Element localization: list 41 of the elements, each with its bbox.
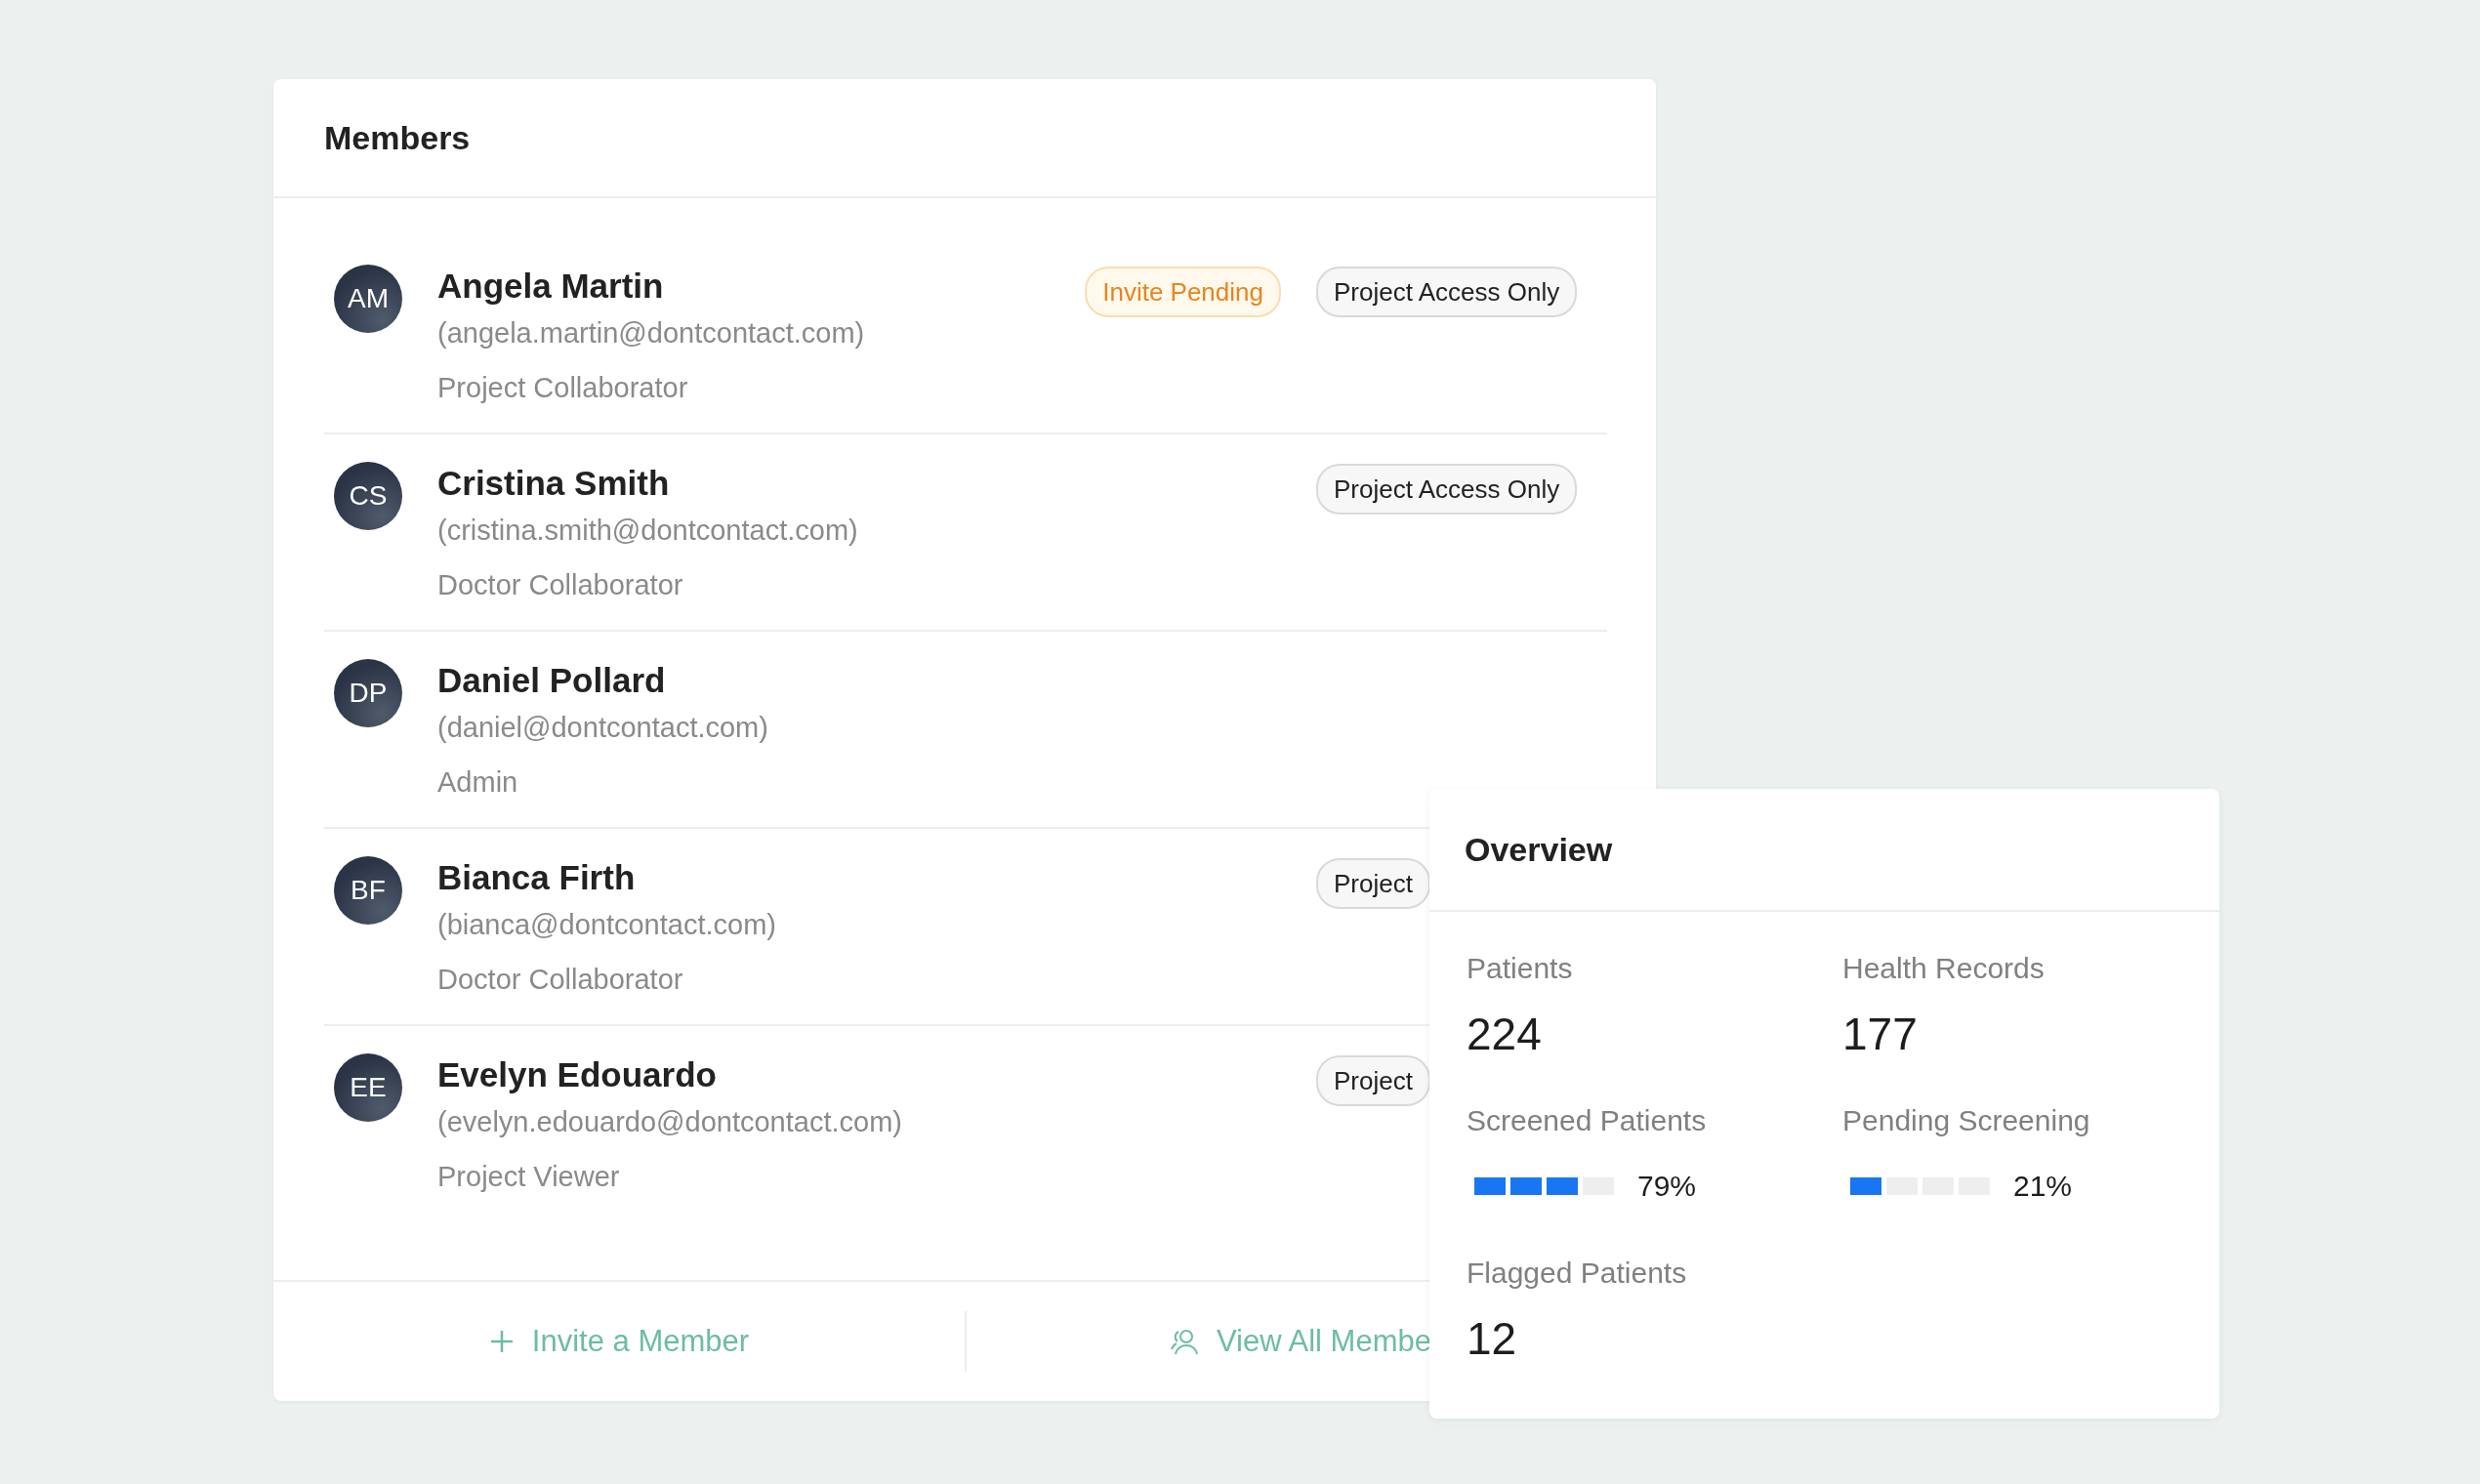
plus-icon	[488, 1329, 515, 1354]
member-email: (angela.martin@dontcontact.com)	[437, 316, 866, 350]
invite-member-link[interactable]: Invite a Member	[488, 1324, 750, 1359]
access-badge: Project Access Only	[1316, 267, 1578, 317]
stat-value: 177	[1842, 1008, 1919, 1060]
member-email: (bianca@dontcontact.com)	[437, 908, 777, 942]
member-name: Evelyn Edouardo	[437, 1054, 718, 1095]
stat-label: Flagged Patients	[1467, 1256, 1688, 1291]
member-name: Angela Martin	[437, 266, 665, 307]
stat-value: 12	[1467, 1312, 1518, 1365]
member-email: (daniel@dontcontact.com)	[437, 711, 769, 745]
member-role: Admin	[437, 765, 519, 800]
avatar: AM	[334, 265, 402, 333]
avatar: BF	[334, 856, 402, 925]
overview-title: Overview	[1465, 830, 1613, 869]
member-role: Doctor Collaborator	[437, 568, 684, 602]
stat-value: 224	[1467, 1008, 1543, 1060]
avatar: EE	[334, 1053, 402, 1122]
users-icon	[1170, 1328, 1199, 1355]
member-role: Project Collaborator	[437, 371, 689, 405]
member-email: (cristina.smith@dontcontact.com)	[437, 514, 859, 548]
view-all-members-link[interactable]: View All Membe	[1170, 1324, 1431, 1359]
progress-reading: 79%	[1637, 1170, 1697, 1203]
member-email: (evelyn.edouardo@dontcontact.com)	[437, 1105, 903, 1139]
member-name: Daniel Pollard	[437, 660, 667, 701]
member-role: Doctor Collaborator	[437, 963, 684, 997]
avatar: CS	[334, 462, 402, 530]
member-name: Bianca Firth	[437, 857, 637, 898]
avatar: DP	[334, 659, 402, 727]
stat-label: Screened Patients	[1467, 1103, 1708, 1138]
stat-label: Health Records	[1842, 951, 2046, 986]
status-badge: Invite Pending	[1085, 267, 1281, 317]
access-badge: Project	[1316, 858, 1430, 909]
members-title: Members	[324, 118, 471, 157]
member-name: Cristina Smith	[437, 463, 671, 504]
stat-label: Pending Screening	[1842, 1103, 2091, 1138]
progress-reading: 21%	[2013, 1170, 2073, 1203]
stat-label: Patients	[1467, 951, 1574, 986]
access-badge: Project Access Only	[1316, 464, 1578, 515]
access-badge: Project	[1316, 1055, 1430, 1106]
member-role: Project Viewer	[437, 1160, 621, 1194]
